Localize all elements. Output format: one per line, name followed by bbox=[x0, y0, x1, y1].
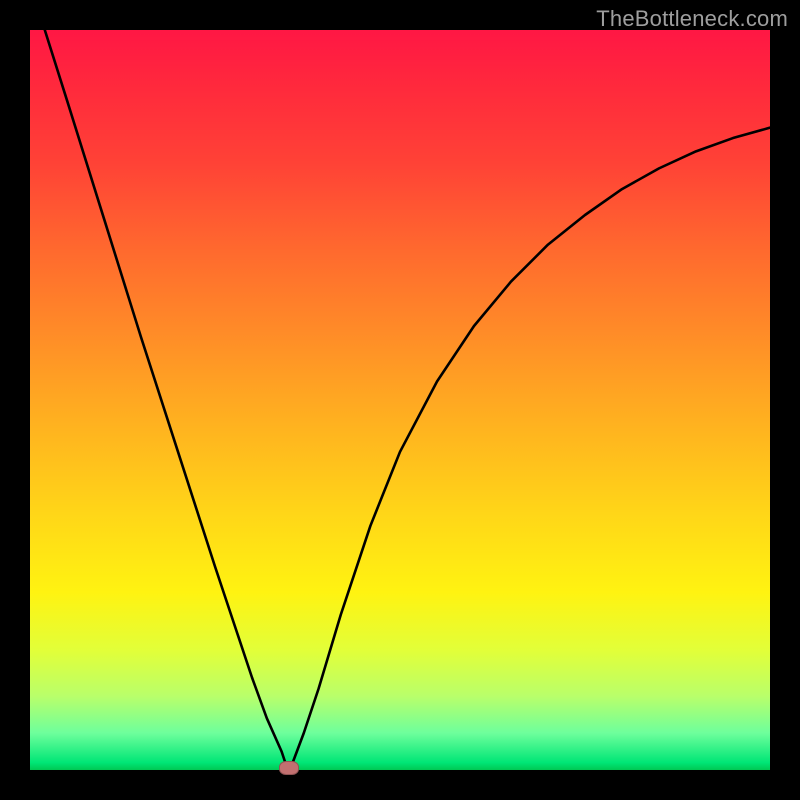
plot-area bbox=[30, 30, 770, 770]
chart-frame: TheBottleneck.com bbox=[0, 0, 800, 800]
curve-svg bbox=[30, 30, 770, 770]
watermark-text: TheBottleneck.com bbox=[596, 6, 788, 32]
optimum-marker bbox=[279, 761, 299, 775]
bottleneck-curve bbox=[45, 30, 770, 768]
